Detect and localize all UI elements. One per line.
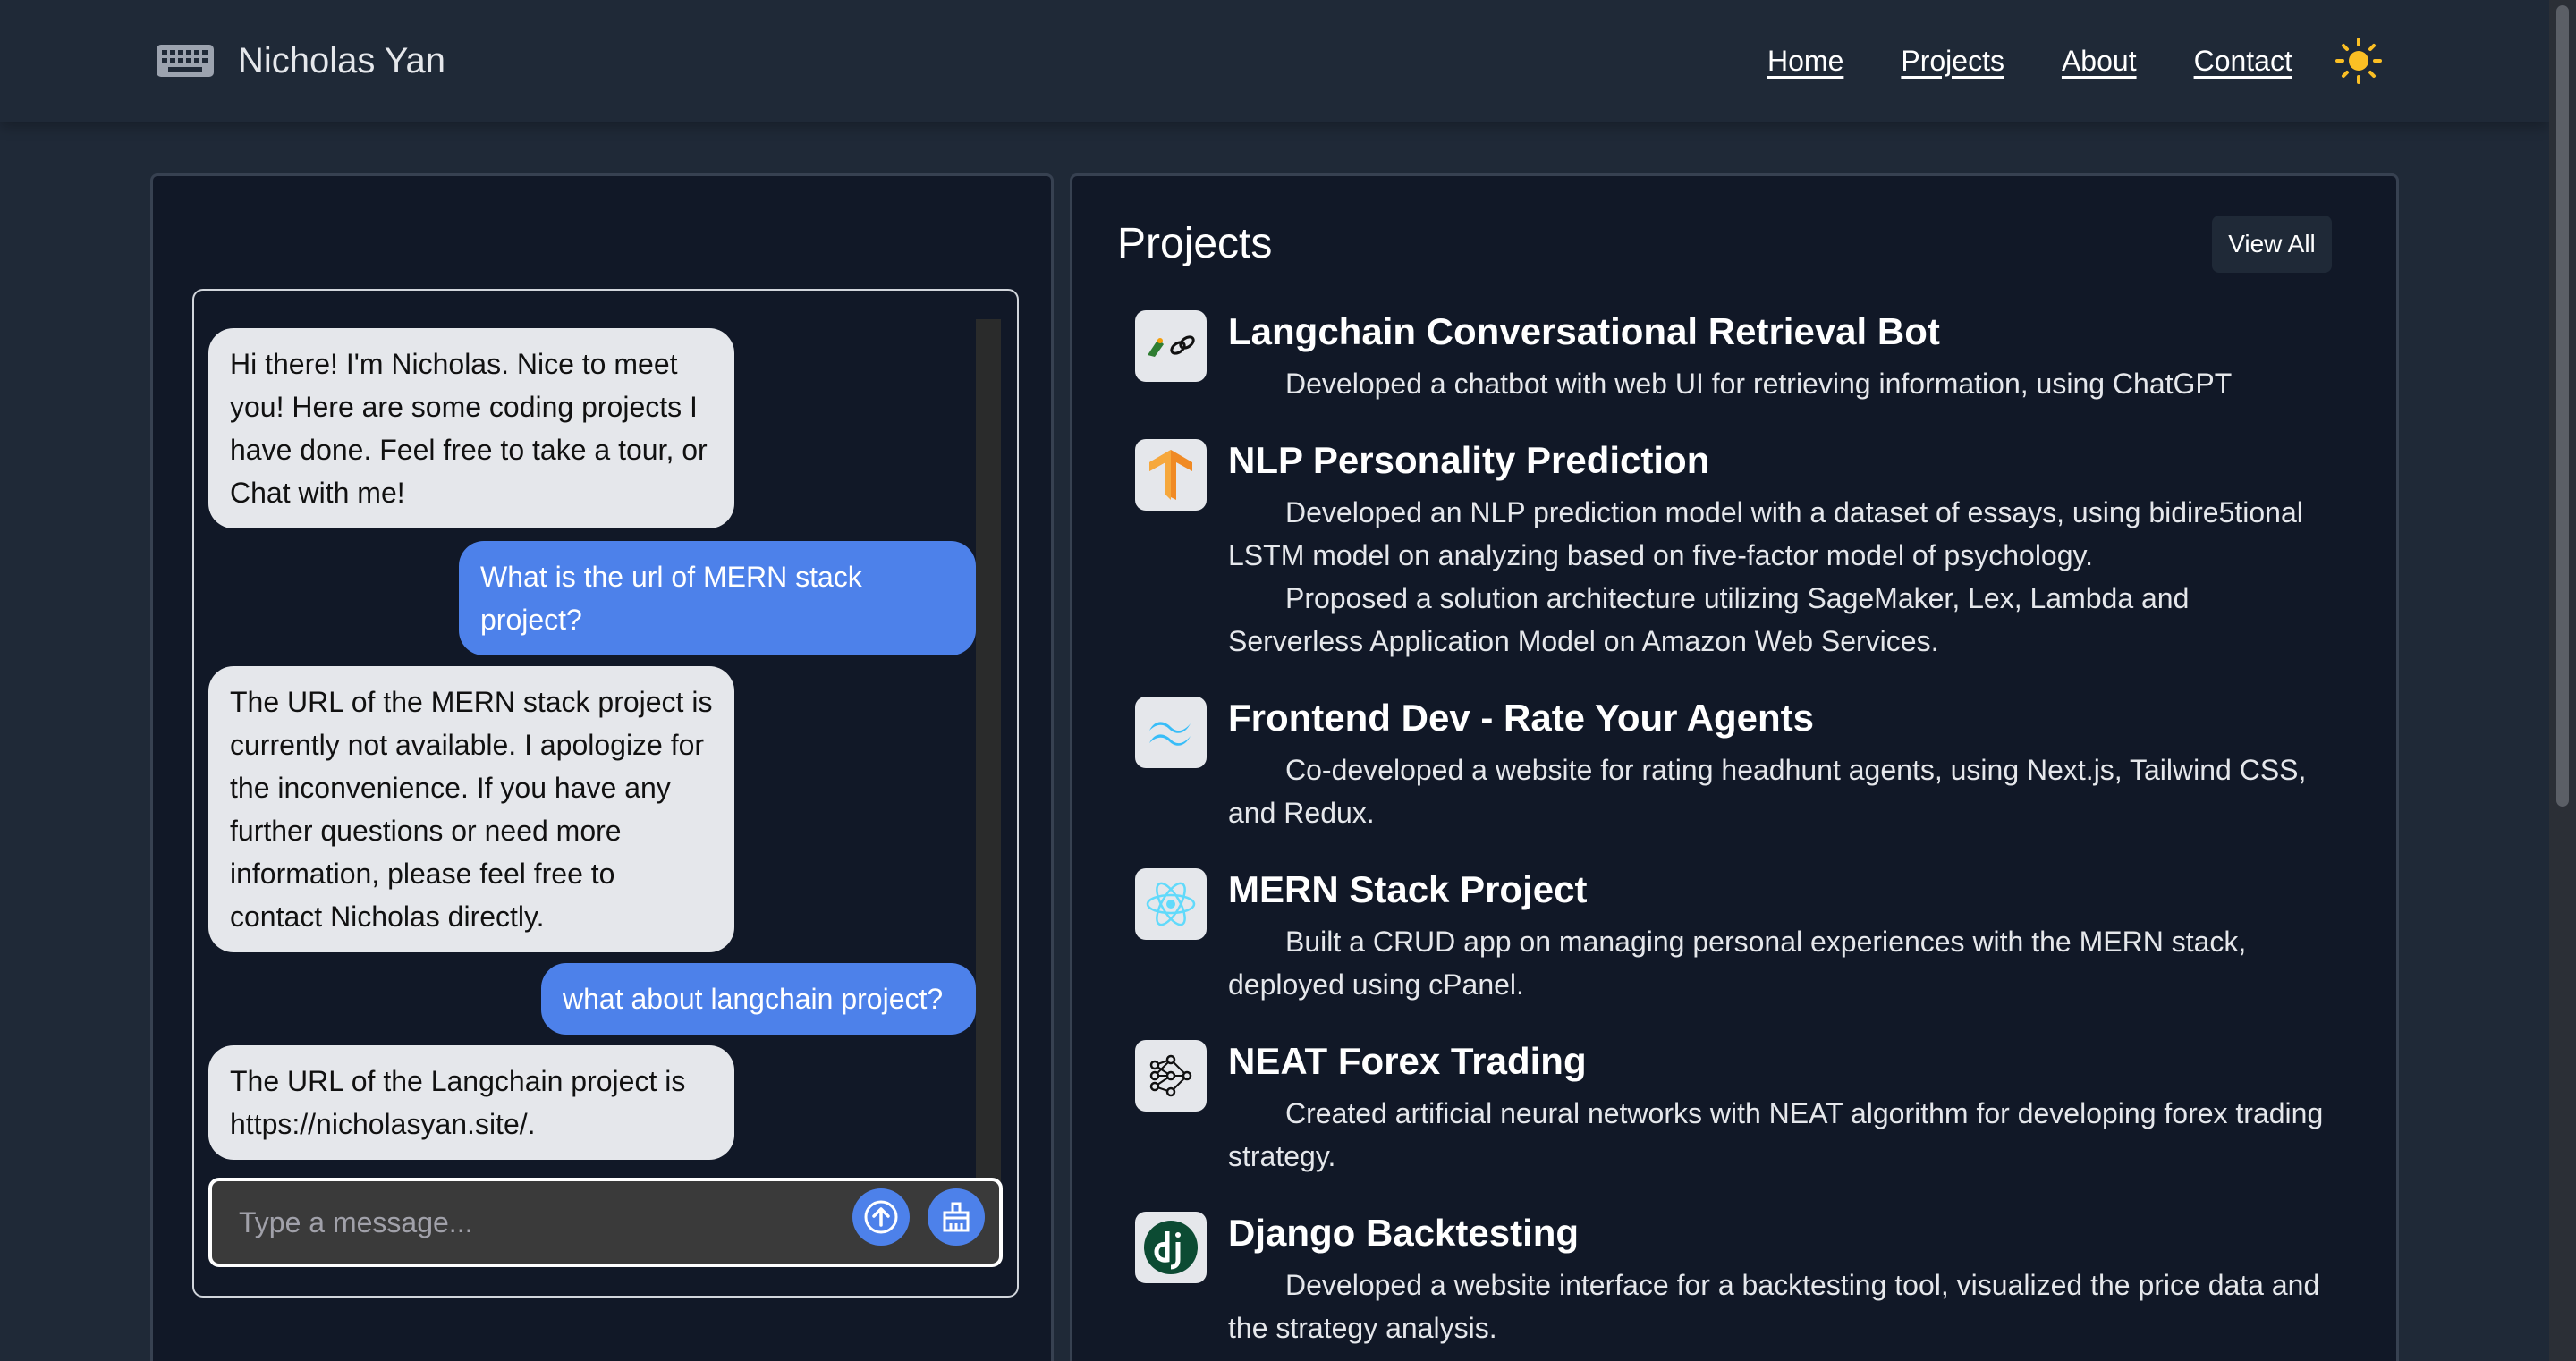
tensorflow-logo-icon: [1135, 439, 1207, 511]
project-description-line: Created artificial neural networks with …: [1228, 1097, 2324, 1172]
project-title[interactable]: Frontend Dev - Rate Your Agents: [1228, 697, 1814, 740]
main-nav: Home Projects About Contact: [1767, 38, 2382, 84]
project-title[interactable]: NLP Personality Prediction: [1228, 439, 1709, 482]
chat-scrollbar[interactable]: [976, 319, 1001, 1185]
project-description: Developed an NLP prediction model with a…: [1228, 491, 2328, 663]
chat-panel: Hi there! I'm Nicholas. Nice to meet you…: [150, 173, 1054, 1361]
chat-message-bot: Hi there! I'm Nicholas. Nice to meet you…: [208, 328, 734, 528]
nav-contact-link[interactable]: Contact: [2194, 45, 2292, 78]
site-header: Nicholas Yan Home Projects About Contact: [0, 0, 2549, 122]
django-logo-icon: [1135, 1212, 1207, 1283]
projects-panel: Projects View All Langchain Conversation…: [1070, 173, 2399, 1361]
sun-icon[interactable]: [2334, 38, 2382, 84]
project-title[interactable]: MERN Stack Project: [1228, 868, 1587, 911]
project-description: Developed a website interface for a back…: [1228, 1264, 2328, 1349]
nav-about-link[interactable]: About: [2062, 45, 2137, 78]
page-scrollbar-thumb[interactable]: [2556, 5, 2569, 807]
brand-name: Nicholas Yan: [238, 40, 445, 80]
neural-network-icon: [1135, 1040, 1207, 1112]
project-description-line: Developed an NLP prediction model with a…: [1228, 496, 2303, 571]
project-description-line: Developed a chatbot with web UI for retr…: [1285, 368, 2233, 400]
project-description-line: Co-developed a website for rating headhu…: [1228, 754, 2307, 829]
view-all-button[interactable]: View All: [2212, 216, 2332, 273]
chat-message-user: what about langchain project?: [541, 963, 976, 1035]
brand[interactable]: Nicholas Yan: [156, 36, 445, 86]
broom-icon: [943, 1202, 970, 1232]
clear-chat-button[interactable]: [928, 1188, 985, 1246]
keyboard-icon: [157, 45, 214, 77]
langchain-logo-icon: [1135, 310, 1207, 382]
nav-projects-link[interactable]: Projects: [1901, 45, 2004, 78]
chat-input-bar: [208, 1178, 1003, 1267]
project-title[interactable]: Django Backtesting: [1228, 1212, 1579, 1255]
chat-message-input[interactable]: [239, 1201, 829, 1244]
send-arrow-icon: [864, 1200, 898, 1234]
project-title[interactable]: NEAT Forex Trading: [1228, 1040, 1587, 1083]
tailwind-logo-icon: [1135, 697, 1207, 768]
project-description: Co-developed a website for rating headhu…: [1228, 748, 2328, 834]
send-message-button[interactable]: [852, 1188, 910, 1246]
projects-title: Projects: [1117, 220, 1273, 267]
project-description-line: Developed a website interface for a back…: [1228, 1269, 2320, 1344]
chat-message-bot: The URL of the Langchain project is http…: [208, 1045, 734, 1160]
project-title[interactable]: Langchain Conversational Retrieval Bot: [1228, 310, 1940, 353]
project-description: Created artificial neural networks with …: [1228, 1092, 2328, 1178]
project-description: Developed a chatbot with web UI for retr…: [1228, 362, 2328, 405]
project-description-line: Built a CRUD app on managing personal ex…: [1228, 926, 2247, 1001]
react-logo-icon: [1135, 868, 1207, 940]
chat-message-user: What is the url of MERN stack project?: [459, 541, 976, 655]
project-description-line: Proposed a solution architecture utilizi…: [1228, 582, 2190, 657]
nav-home-link[interactable]: Home: [1767, 45, 1843, 78]
chat-message-bot: The URL of the MERN stack project is cur…: [208, 666, 734, 952]
chat-window: Hi there! I'm Nicholas. Nice to meet you…: [192, 289, 1019, 1298]
page-scrollbar[interactable]: [2549, 0, 2576, 1361]
project-description: Built a CRUD app on managing personal ex…: [1228, 920, 2328, 1006]
